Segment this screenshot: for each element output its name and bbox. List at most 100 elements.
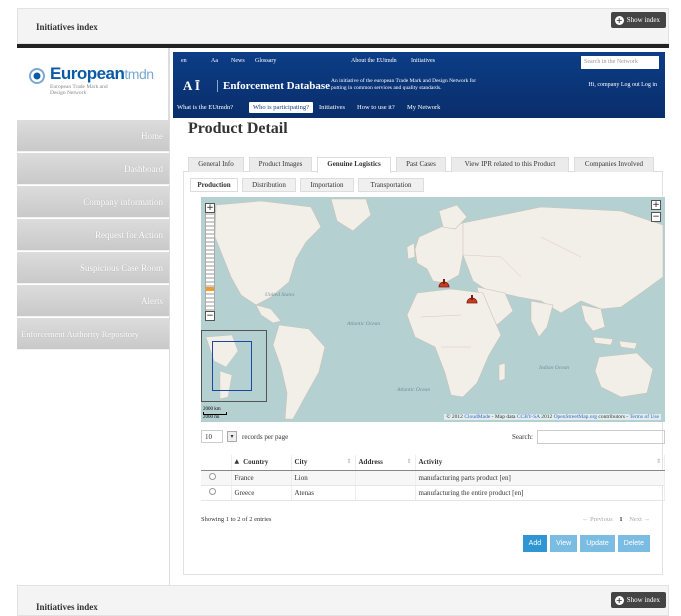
map-label-atlantic: Atlantic Ocean <box>347 321 381 327</box>
osm-link[interactable]: OpenStreetMap.org <box>554 414 597 420</box>
subtab-distribution[interactable]: Distribution <box>242 178 296 192</box>
tab-general-info[interactable]: General Info <box>188 157 244 172</box>
eu-nav: What is the EUtmdn? Who is participating… <box>173 100 665 116</box>
tab-past-cases[interactable]: Past Cases <box>396 157 446 172</box>
plus-icon: + <box>614 595 624 605</box>
table-row[interactable]: Greece Atenas manufacturing the entire p… <box>201 485 665 501</box>
show-index-button[interactable]: + Show index <box>610 12 666 28</box>
search-label: Search: <box>512 433 533 441</box>
logo[interactable]: Europeantmdn European Trade Mark and Des… <box>17 48 169 120</box>
top-link-initiatives[interactable]: Initiatives <box>411 58 435 64</box>
map-marker-greece[interactable] <box>465 293 479 305</box>
eu-top-links: en Aa News Glossary About the EUtmdn Ini… <box>173 52 665 72</box>
sidebar-item-enforcement-authority-repository[interactable]: Enforcement Authority Repository <box>17 318 169 350</box>
table-row[interactable]: France Lion manufacturing parts product … <box>201 470 665 486</box>
logistics-panel: Production Distribution Importation Tran… <box>183 172 665 575</box>
top-link-glossary[interactable]: Glossary <box>255 58 276 64</box>
map-label-united-states: United States <box>265 292 295 298</box>
column-city[interactable]: City ⇕ <box>291 455 356 471</box>
page-title: Product Detail <box>188 120 288 137</box>
nav-what-is[interactable]: What is the EUtmdn? <box>177 104 233 111</box>
map-zoom-out-button[interactable]: − <box>205 311 215 321</box>
view-button[interactable]: View <box>550 535 578 552</box>
add-button[interactable]: Add <box>522 535 548 552</box>
top-index-bar: Initiatives index + Show index <box>17 8 669 44</box>
nav-how-to-use[interactable]: How to use it? <box>357 104 395 111</box>
top-link-news[interactable]: News <box>231 58 245 64</box>
database-title: Enforcement Database <box>217 80 330 92</box>
column-address[interactable]: Address ⇕ <box>355 455 416 471</box>
sidebar-item-home[interactable]: Home <box>17 120 169 152</box>
eu-title-row: A Ī Enforcement Database An initiative o… <box>173 74 665 96</box>
row-radio[interactable] <box>209 488 216 495</box>
row-radio[interactable] <box>209 473 216 480</box>
map-zoom-thumb[interactable] <box>206 287 214 291</box>
map-zoom-slider[interactable] <box>205 213 215 311</box>
overview-viewport[interactable] <box>212 341 252 391</box>
sidebar-item-request-for-action[interactable]: Request for Action <box>17 219 169 251</box>
nav-initiatives[interactable]: Initiatives <box>319 104 345 111</box>
user-links[interactable]: Hi, company Log out Log in <box>588 82 657 88</box>
tab-product-images[interactable]: Product Images <box>249 157 312 172</box>
map-attribution: © 2012 CloudMade - Map data CCBY-SA 2012… <box>444 414 661 420</box>
network-search-input[interactable]: Search in the Network <box>581 56 659 69</box>
cell-activity: manufacturing parts product [en] <box>415 470 665 486</box>
pager-current[interactable]: 1 <box>619 516 622 523</box>
show-index-button[interactable]: + Show index <box>610 592 666 608</box>
sidebar-item-dashboard[interactable]: Dashboard <box>17 153 169 185</box>
map-zoom-control: + − <box>205 203 215 323</box>
subtab-production[interactable]: Production <box>190 178 238 192</box>
eu-header: en Aa News Glossary About the EUtmdn Ini… <box>173 52 665 118</box>
nav-who-is-participating[interactable]: Who is participating? <box>249 102 313 113</box>
update-button[interactable]: Update <box>580 535 615 552</box>
terms-link[interactable]: Terms of Use <box>629 414 659 420</box>
top-link-language[interactable]: en <box>181 58 187 64</box>
column-country[interactable]: ▲ Country <box>231 455 292 471</box>
sort-icon: ⇕ <box>406 458 412 466</box>
logistics-subtabs: Production Distribution Importation Tran… <box>190 178 660 192</box>
index-title: Initiatives index <box>36 602 98 612</box>
subtab-transportation[interactable]: Transportation <box>358 178 424 192</box>
map-marker-france[interactable] <box>437 277 451 289</box>
page-length-select[interactable]: 10 <box>201 430 223 443</box>
pagination: ← Previous 1 Next → <box>582 516 650 523</box>
sort-asc-icon: ▲ <box>234 458 240 466</box>
top-link-about[interactable]: About the EUtmdn <box>351 58 397 64</box>
map-label-indian-ocean: Indian Ocean <box>539 365 570 371</box>
cloudmade-link[interactable]: CloudMade <box>464 414 490 420</box>
tab-companies-involved[interactable]: Companies Involved <box>574 157 654 172</box>
tab-view-ipr[interactable]: View IPR related to this Product <box>451 157 569 172</box>
pager-next[interactable]: Next → <box>629 516 650 523</box>
tab-genuine-logistics[interactable]: Genuine Logistics <box>317 157 391 173</box>
product-tabs: General Info Product Images Genuine Logi… <box>183 154 663 173</box>
world-map[interactable]: United States Atlantic Ocean Atlantic Oc… <box>201 197 665 422</box>
map-land-layer <box>214 198 664 420</box>
sidebar-item-company-information[interactable]: Company information <box>17 186 169 218</box>
sort-icon: ⇕ <box>655 458 661 466</box>
map-overview[interactable] <box>201 330 267 402</box>
sidebar-item-suspicious-case-room[interactable]: Suspicious Case Room <box>17 252 169 284</box>
main-content: en Aa News Glossary About the EUtmdn Ini… <box>169 48 669 585</box>
sort-icon: ⇕ <box>346 458 352 466</box>
page-length-label: records per page <box>242 433 289 441</box>
index-title: Initiatives index <box>36 22 98 32</box>
license-link[interactable]: CCBY-SA <box>517 414 540 420</box>
map-zoom-in-button[interactable]: + <box>205 203 215 213</box>
pager-previous[interactable]: ← Previous <box>582 516 613 523</box>
dropdown-arrow-icon[interactable]: ▾ <box>227 431 237 442</box>
table-header-row: ▲ Country City ⇕ Address ⇕ Activity ⇕ <box>201 455 665 471</box>
top-link-text-size[interactable]: Aa <box>211 58 218 64</box>
delete-button[interactable]: Delete <box>617 535 650 552</box>
map-layer-expand-button[interactable]: + <box>651 200 661 210</box>
nav-my-network[interactable]: My Network <box>407 104 440 111</box>
cell-country: France <box>231 470 292 486</box>
table-search-input[interactable] <box>537 430 665 444</box>
show-index-label: Show index <box>626 596 660 604</box>
show-index-label: Show index <box>626 16 660 24</box>
sidebar-item-alerts[interactable]: Alerts <box>17 285 169 317</box>
column-activity[interactable]: Activity ⇕ <box>415 455 665 471</box>
map-layer-collapse-button[interactable]: − <box>651 212 661 222</box>
database-description: An initiative of the european Trade Mark… <box>331 78 477 91</box>
subtab-importation[interactable]: Importation <box>300 178 354 192</box>
table-info: Showing 1 to 2 of 2 entries <box>201 516 272 523</box>
